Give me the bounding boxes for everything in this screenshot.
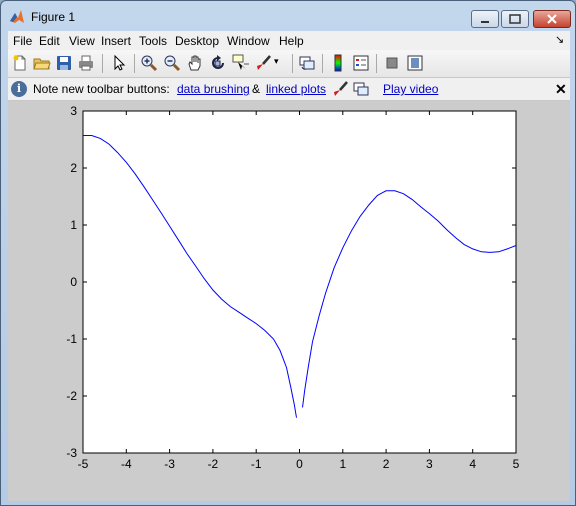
window-title: Figure 1 (31, 10, 76, 24)
minimize-button[interactable] (471, 10, 499, 28)
matlab-logo-icon (10, 10, 24, 23)
x-tick-label: 3 (426, 457, 433, 471)
close-window-button[interactable] (533, 10, 571, 28)
y-tick-label: 3 (70, 104, 77, 118)
y-tick-label: -3 (66, 446, 77, 460)
figure-client-area: File Edit View Insert Tools Desktop Wind… (8, 31, 570, 501)
x-tick-label: 0 (296, 457, 303, 471)
x-tick-label: 2 (383, 457, 390, 471)
y-tick-label: 2 (70, 161, 77, 175)
x-tick-label: 1 (339, 457, 346, 471)
minimize-icon (481, 21, 489, 23)
x-tick-label: -3 (164, 457, 175, 471)
x-tick-label: 5 (513, 457, 520, 471)
x-tick-label: -4 (121, 457, 132, 471)
title-bar[interactable]: Figure 1 (1, 1, 575, 31)
y-tick-label: -1 (66, 332, 77, 346)
x-tick-label: -1 (251, 457, 262, 471)
y-tick-label: 0 (70, 275, 77, 289)
x-tick-label: -2 (208, 457, 219, 471)
y-tick-label: -2 (66, 389, 77, 403)
x-tick-label: -5 (78, 457, 89, 471)
x-tick-label: 4 (469, 457, 476, 471)
maximize-button[interactable] (501, 10, 529, 28)
axes-background (82, 110, 517, 454)
close-icon (547, 14, 557, 24)
figure-window: Figure 1 File Edit View Insert Tools Des… (0, 0, 576, 506)
plot-canvas: -5 -4 -3 -2 -1 0 1 2 3 4 5 -3 -2 -1 0 1 2 3 (66, 104, 520, 471)
maximize-icon (509, 14, 521, 24)
y-tick-label: 1 (70, 218, 77, 232)
